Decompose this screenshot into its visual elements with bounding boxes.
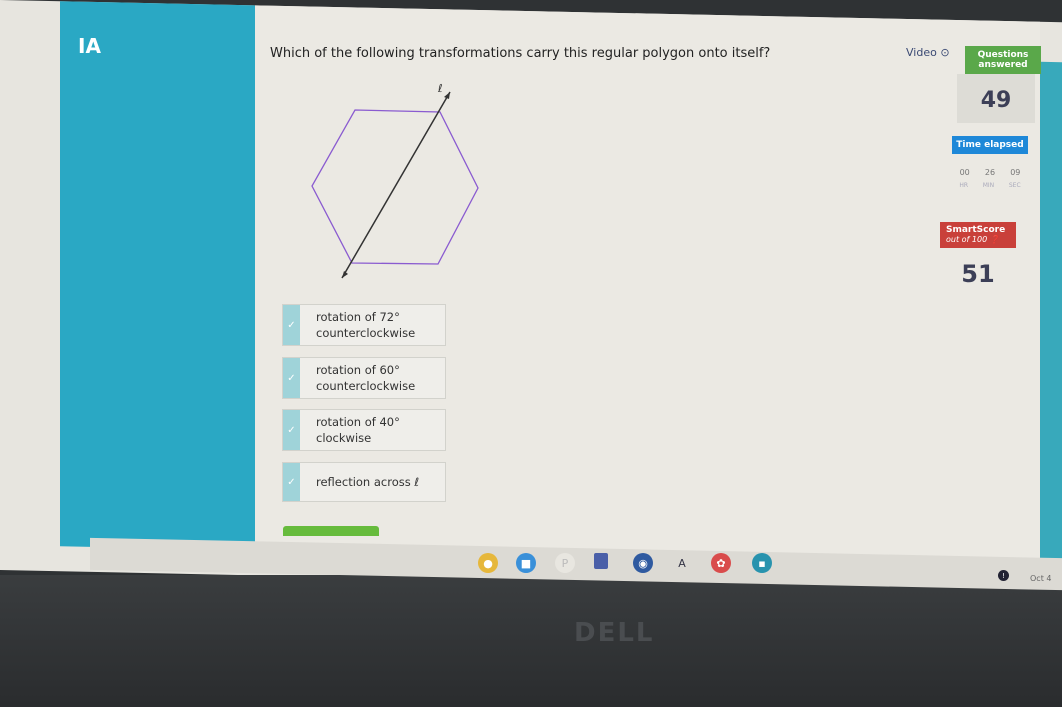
screen [0,0,1062,593]
choice-text: clockwise [316,431,372,445]
text-app-icon[interactable]: A [672,553,692,573]
time-elapsed-label: Time elapsed [952,136,1028,154]
time-seconds: 09 [1010,168,1021,177]
choice-text: rotation of 60° [316,363,400,377]
slides-icon[interactable] [594,553,608,569]
video-label: Video [906,46,937,59]
min-label: MIN [982,182,995,189]
check-icon: ✓ [283,463,300,501]
laptop-bezel [0,575,1062,707]
questions-answered-box: Questions answered 49 [957,46,1041,123]
choice-text: reflection across ℓ [316,475,420,489]
smartscore-value: 51 [961,260,995,288]
check-icon: ✓ [283,305,300,345]
line-label: ℓ [437,82,443,95]
files-icon[interactable]: P [555,553,575,573]
classroom-app-icon[interactable]: ▪ [752,553,772,573]
dell-logo: DELL [574,618,655,648]
time-hours: 00 [959,168,970,177]
left-panel [60,1,255,551]
sec-label: SEC [1008,182,1021,189]
question-text: Which of the following transformations c… [270,46,771,61]
questions-answered-label: Questions answered [965,46,1041,74]
smartscore-sub: out of 100 [946,235,988,244]
smartscore-label: SmartScore [946,225,1006,235]
arrow-head-top [444,92,450,99]
date-display[interactable]: Oct 4 [1030,574,1051,583]
choice-4[interactable]: ✓ reflection across ℓ [282,462,446,502]
zoom-icon[interactable]: ■ [516,553,536,573]
eye-app-icon[interactable]: ◉ [633,553,653,573]
chrome-icon[interactable]: ● [478,553,498,573]
paint-app-icon[interactable]: ✿ [711,553,731,573]
help-icon[interactable]: ❓ [990,235,1000,244]
choice-text: counterclockwise [316,379,416,393]
ixl-logo-icon: IA [78,34,101,58]
smartscore-box: SmartScore out of 100 ❓ 51 [940,222,1016,288]
line-l [341,91,451,279]
check-icon: ✓ [283,410,300,450]
questions-answered-value: 49 [957,74,1035,123]
arrow-head-bottom [342,271,348,278]
choice-text: rotation of 40° [316,415,400,429]
choice-2[interactable]: ✓ rotation of 60° counterclockwise [282,357,446,399]
choice-text: rotation of 72° [316,310,400,324]
time-elapsed-box: Time elapsed 00 26 09 HR MIN SEC [952,136,1028,189]
notification-icon[interactable]: ! [998,570,1009,581]
play-icon: ⊙ [940,46,950,59]
choice-text: counterclockwise [316,326,416,340]
right-panel [1040,61,1062,583]
video-link[interactable]: Video ⊙ [906,46,950,59]
choice-1[interactable]: ✓ rotation of 72° counterclockwise [282,304,446,346]
check-icon: ✓ [283,358,300,398]
time-minutes: 26 [984,168,996,177]
submit-button[interactable] [283,526,379,536]
choice-3[interactable]: ✓ rotation of 40° clockwise [282,409,446,451]
hexagon-figure: ℓ [311,82,479,279]
hr-label: HR [959,182,969,189]
